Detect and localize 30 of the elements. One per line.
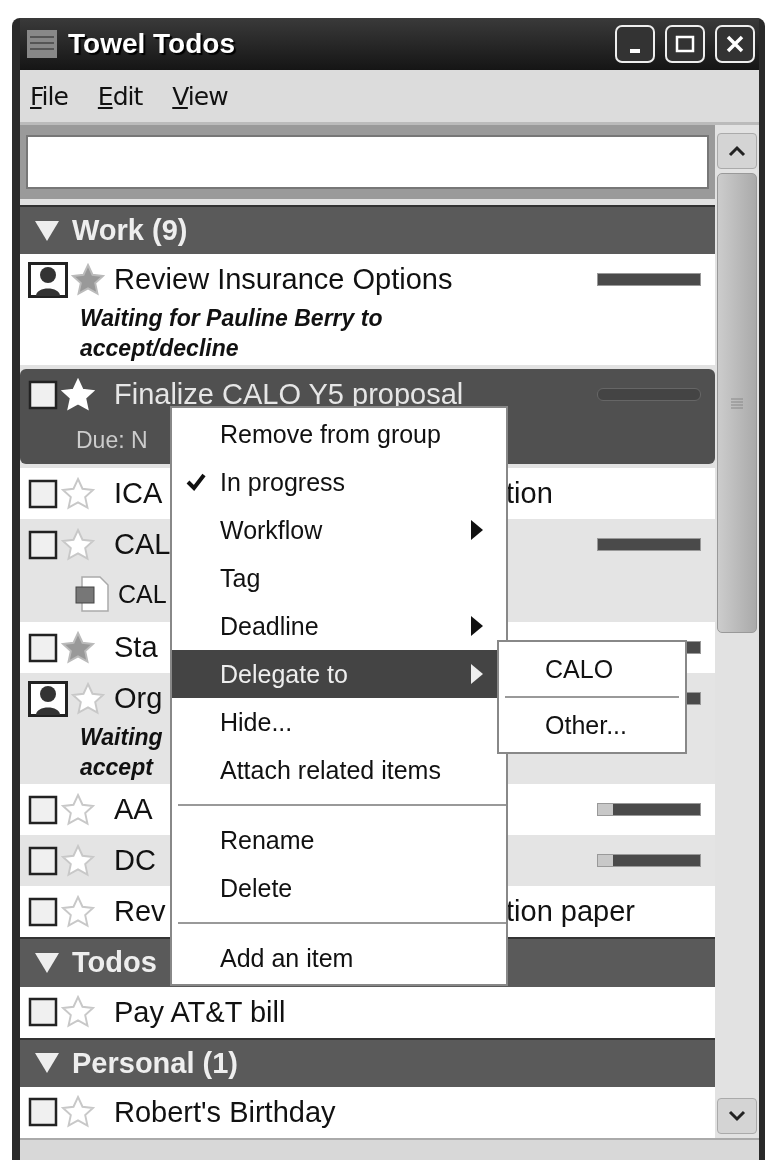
- task-title: Robert's Birthday: [114, 1096, 336, 1129]
- status-note: accept/decline: [80, 334, 239, 364]
- task-title: Rev: [114, 895, 166, 929]
- menu-label: Hide...: [220, 707, 294, 737]
- task-title: Org: [114, 682, 163, 716]
- menu-label: Delegate to: [220, 659, 349, 689]
- status-note: Waiting for Pauline Berry to: [80, 304, 383, 334]
- status-note: Waiting: [80, 723, 163, 753]
- task-title: Pay AT&T bill: [114, 995, 286, 1029]
- task-title: Review Insurance Options: [114, 263, 453, 297]
- status-note: accept: [80, 753, 153, 783]
- window-title: Towel Todos: [68, 28, 236, 60]
- menu-label: Add an item: [220, 943, 355, 973]
- group-name: Work (9): [72, 214, 188, 248]
- menu-label: Tag: [220, 563, 262, 593]
- task-title: Sta: [114, 631, 158, 665]
- group-name: Todos: [72, 946, 157, 980]
- task-title: CAL: [114, 528, 171, 562]
- group-name: Personal (1): [72, 1046, 238, 1080]
- menu-label: Delete: [220, 873, 294, 903]
- menu-label: Attach related items: [220, 755, 442, 785]
- task-title: DC: [114, 844, 156, 878]
- task-title: AA: [114, 793, 153, 827]
- task-title: Finalize CALO Y5 proposal: [114, 378, 464, 412]
- due-date: Due: N: [76, 426, 148, 456]
- task-title: tion: [506, 477, 553, 511]
- task-title: ICA: [114, 477, 163, 511]
- task-title: tion paper: [506, 895, 635, 929]
- menu-label: In progress: [220, 467, 347, 497]
- menu-label: Remove from group: [220, 419, 442, 449]
